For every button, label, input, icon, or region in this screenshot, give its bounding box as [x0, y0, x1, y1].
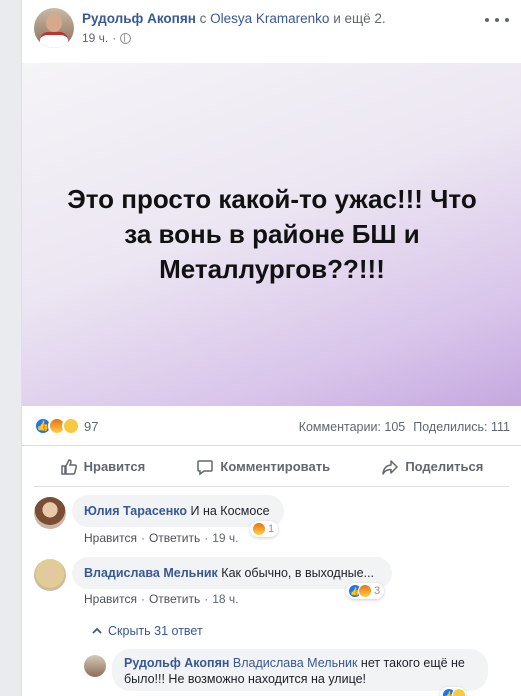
post-time[interactable]: 19 ч.	[82, 31, 108, 45]
comment-reaction-count: 1	[268, 523, 275, 535]
reactions-count: 97	[84, 418, 99, 434]
hide-replies-link[interactable]: Скрыть 31 ответ	[92, 624, 203, 638]
author-avatar[interactable]	[34, 8, 74, 48]
more-options-icon[interactable]	[485, 12, 509, 28]
comment-reply-link[interactable]: Ответить	[149, 531, 200, 545]
share-button[interactable]: Поделиться	[381, 458, 483, 476]
angry-reaction-icon	[252, 522, 266, 536]
separator: ·	[112, 31, 117, 45]
comment-actions: Нравится · Ответить · 18 ч.	[84, 592, 239, 606]
separator: ·	[204, 592, 209, 606]
angry-reaction-icon	[358, 584, 372, 598]
shares-count[interactable]: Поделились: 111	[413, 420, 510, 434]
reply-author[interactable]: Рудольф Акопян	[124, 656, 229, 670]
separator: ·	[140, 592, 145, 606]
comment-icon	[197, 459, 214, 475]
comment-reactions[interactable]: 1	[250, 521, 279, 537]
separator: ·	[140, 531, 145, 545]
globe-icon	[120, 32, 132, 44]
thumbs-up-icon	[60, 458, 77, 475]
comment-text: Как обычно, в выходные...	[221, 566, 374, 580]
comment-button[interactable]: Комментировать	[196, 458, 330, 476]
comment-reactions[interactable]: 👍 3	[346, 583, 385, 599]
sad-reaction-icon	[62, 417, 80, 435]
comment-text: И на Космосе	[190, 504, 270, 518]
separator: ·	[204, 531, 209, 545]
reply-text-line2: было!!! Не возможно находится на улице!	[124, 672, 367, 686]
with-connector: с	[199, 11, 207, 26]
post-background: Это просто какой-то ужас!!! Что за вонь …	[22, 63, 521, 406]
comment-reaction-count: 3	[374, 585, 381, 597]
comment-author[interactable]: Владислава Мельник	[84, 566, 218, 580]
sad-reaction-icon	[452, 688, 466, 696]
like-button[interactable]: Нравится	[60, 458, 146, 476]
comment-like-link[interactable]: Нравится	[84, 531, 137, 545]
comment-time[interactable]: 19 ч.	[212, 531, 238, 545]
reactions-summary[interactable]: 👍 97	[34, 417, 98, 435]
like-label: Нравится	[83, 459, 146, 474]
post-stats: 👍 97 Комментарии: 105 Поделились: 111	[22, 406, 521, 446]
hide-replies-label: Скрыть 31 ответ	[108, 624, 203, 638]
comment-label: Комментировать	[220, 459, 331, 474]
comment-actions: Нравится · Ответить · 19 ч.	[84, 531, 239, 545]
tagged-others[interactable]: и ещё 2.	[333, 11, 385, 26]
comment-like-link[interactable]: Нравится	[84, 592, 137, 606]
post-header: Рудольф Акопян с Olesya Kramarenko и ещё…	[34, 8, 509, 52]
post-meta: 19 ч. ·	[82, 31, 132, 45]
share-label: Поделиться	[405, 459, 484, 474]
reply-mention[interactable]: Владислава Мельник	[233, 656, 358, 670]
comments-count[interactable]: Комментарии: 105	[299, 420, 406, 434]
post-actions: Нравится Комментировать Поделиться	[34, 447, 509, 487]
commenter-avatar[interactable]	[34, 559, 66, 591]
reply-author-avatar[interactable]	[84, 655, 106, 677]
reply-reactions[interactable]: 👍	[440, 687, 466, 696]
tagged-user[interactable]: Olesya Kramarenko	[210, 11, 329, 26]
chevron-up-icon	[92, 627, 102, 634]
commenter-avatar[interactable]	[34, 497, 66, 529]
author-name[interactable]: Рудольф Акопян	[82, 11, 196, 26]
post-header-line: Рудольф Акопян с Olesya Kramarenko и ещё…	[82, 11, 386, 26]
reply-bubble: Рудольф Акопян Владислава Мельник нет та…	[112, 649, 488, 691]
comments-section: Юлия Тарасенко И на Космосе 1 Нравится ·…	[22, 487, 521, 696]
post-text: Это просто какой-то ужас!!! Что за вонь …	[67, 184, 477, 284]
comment-bubble: Владислава Мельник Как обычно, в выходны…	[72, 557, 392, 589]
reply-text-line1: нет такого ещё не	[360, 656, 465, 670]
share-icon	[382, 459, 399, 475]
comment-time[interactable]: 18 ч.	[212, 592, 238, 606]
comment-reply-link[interactable]: Ответить	[149, 592, 200, 606]
comment-author[interactable]: Юлия Тарасенко	[84, 504, 187, 518]
post-card: Рудольф Акопян с Olesya Kramarenko и ещё…	[21, 0, 521, 696]
